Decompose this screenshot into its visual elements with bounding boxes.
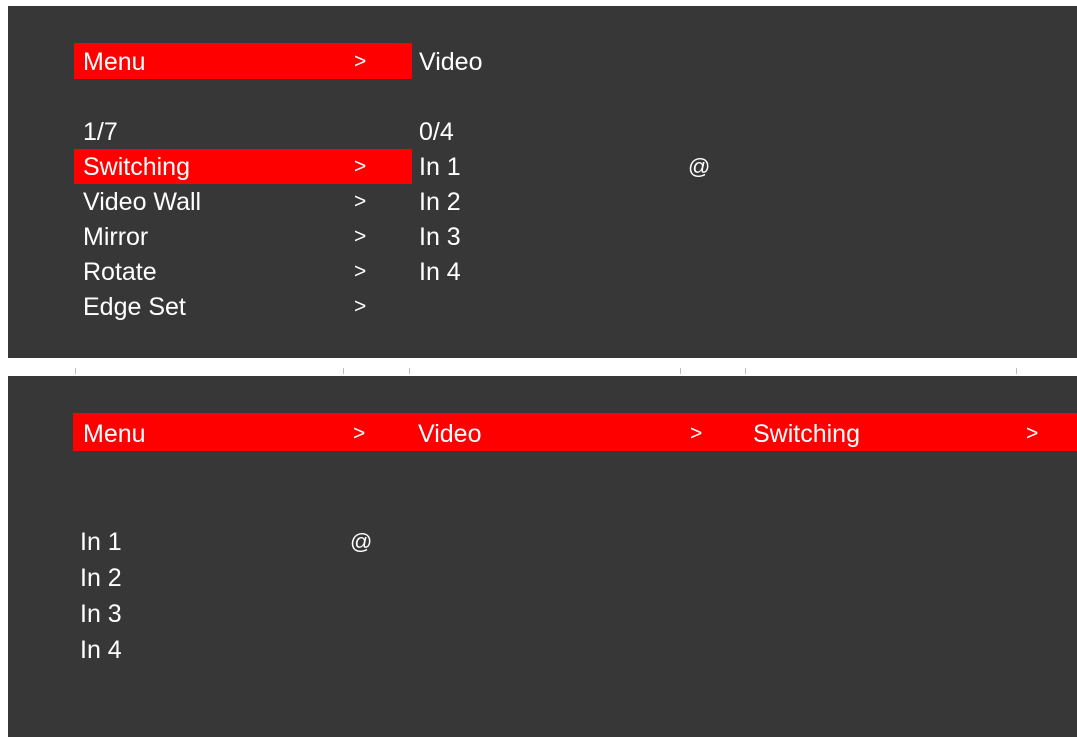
input-item-in-4[interactable]: In 4	[419, 257, 461, 287]
input-option-in-2[interactable]: In 2	[80, 563, 122, 593]
menu-item-arrow: >	[354, 295, 367, 318]
menu-item-switching[interactable]: Switching	[83, 152, 190, 182]
menu-item-video-wall[interactable]: Video Wall	[83, 187, 201, 217]
breadcrumb-menu[interactable]: Menu	[83, 419, 146, 449]
breadcrumb-arrow: >	[1026, 422, 1039, 445]
left-page-indicator: 1/7	[83, 118, 118, 146]
menu-item-arrow: >	[354, 225, 367, 248]
menu-item-arrow: >	[354, 155, 367, 178]
menu-item-arrow: >	[354, 190, 367, 213]
input-item-in-3[interactable]: In 3	[419, 222, 461, 252]
top-osd-screen: Menu > Video 1/7 Switching > Video Wall …	[8, 6, 1077, 358]
active-input-marker: @	[350, 529, 373, 554]
input-option-in-1[interactable]: In 1	[80, 527, 122, 557]
header-submenu-label[interactable]: Video	[419, 47, 483, 77]
breadcrumb-highlight-bar	[73, 413, 1077, 451]
bottom-osd-screen: Menu > Video > Switching > In 1 @ In 2 I…	[8, 376, 1077, 737]
divider-tick	[409, 368, 410, 374]
divider-tick	[1016, 368, 1017, 374]
menu-item-arrow: >	[354, 260, 367, 283]
breadcrumb-arrow: >	[690, 422, 703, 445]
input-option-in-4[interactable]: In 4	[80, 635, 122, 665]
active-input-marker: @	[688, 154, 711, 179]
divider-tick	[343, 368, 344, 374]
breadcrumb-switching[interactable]: Switching	[753, 419, 860, 449]
input-item-in-2[interactable]: In 2	[419, 187, 461, 217]
breadcrumb-arrow: >	[353, 422, 366, 445]
breadcrumb-video[interactable]: Video	[418, 419, 482, 449]
menu-item-mirror[interactable]: Mirror	[83, 222, 148, 252]
menu-item-rotate[interactable]: Rotate	[83, 257, 157, 287]
input-item-in-1[interactable]: In 1	[419, 152, 461, 182]
divider-tick	[75, 368, 76, 374]
header-menu-label[interactable]: Menu	[83, 47, 146, 77]
right-page-indicator: 0/4	[419, 118, 454, 146]
divider-tick	[745, 368, 746, 374]
menu-item-edge-set[interactable]: Edge Set	[83, 292, 186, 322]
header-arrow: >	[354, 50, 367, 73]
divider-tick	[680, 368, 681, 374]
input-option-in-3[interactable]: In 3	[80, 599, 122, 629]
